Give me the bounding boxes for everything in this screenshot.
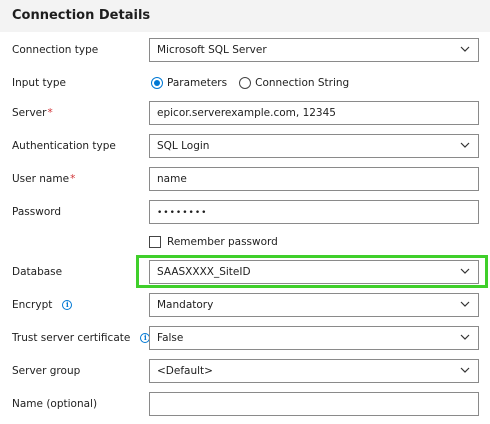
server-input-value: epicor.serverexample.com, 12345: [157, 107, 336, 119]
server-group-value: <Default>: [157, 365, 213, 377]
server-input[interactable]: epicor.serverexample.com, 12345: [149, 101, 479, 125]
chevron-down-icon: [460, 142, 470, 148]
user-name-input-value: name: [157, 173, 187, 185]
password-input[interactable]: ••••••••: [149, 200, 479, 224]
connection-type-label: Connection type: [12, 44, 99, 56]
remember-password-label[interactable]: Remember password: [167, 236, 278, 248]
required-marker: *: [70, 173, 76, 185]
user-name-input[interactable]: name: [149, 167, 479, 191]
remember-password-checkbox[interactable]: [149, 236, 161, 248]
chevron-down-icon: [460, 334, 470, 340]
connection-type-value: Microsoft SQL Server: [157, 44, 267, 56]
connection-type-select[interactable]: Microsoft SQL Server: [149, 38, 479, 62]
encrypt-select[interactable]: Mandatory: [149, 293, 479, 317]
input-type-label: Input type: [12, 77, 66, 89]
chevron-down-icon: [460, 301, 470, 307]
name-optional-label: Name (optional): [12, 398, 98, 410]
parameters-radio[interactable]: [151, 77, 163, 89]
server-group-select[interactable]: <Default>: [149, 359, 479, 383]
panel-title: Connection Details: [12, 8, 151, 23]
trust-server-certificate-label: Trust server certificate i: [12, 332, 151, 344]
remember-password-row: Remember password: [149, 236, 278, 248]
parameters-radio-label[interactable]: Parameters: [167, 77, 227, 89]
authentication-type-select[interactable]: SQL Login: [149, 134, 479, 158]
info-icon[interactable]: i: [62, 300, 73, 310]
encrypt-value: Mandatory: [157, 299, 214, 311]
authentication-type-label: Authentication type: [12, 140, 116, 152]
password-label: Password: [12, 206, 62, 218]
connection-details-dialog: Connection Details Connection type Micro…: [0, 0, 490, 424]
connection-string-radio[interactable]: [239, 77, 252, 89]
trust-server-certificate-value: False: [157, 332, 184, 344]
database-label: Database: [12, 266, 63, 278]
name-optional-input[interactable]: [149, 392, 479, 416]
input-type-radio-group: Parameters Connection String: [151, 76, 361, 90]
panel-header: Connection Details: [0, 0, 490, 32]
user-name-label: User name*: [12, 173, 76, 185]
database-highlight-box: [136, 255, 488, 288]
encrypt-label: Encrypt i: [12, 299, 73, 311]
authentication-type-value: SQL Login: [157, 140, 210, 152]
required-marker: *: [47, 107, 53, 119]
server-label: Server*: [12, 107, 53, 119]
password-input-value: ••••••••: [157, 208, 208, 218]
connection-string-radio-label[interactable]: Connection String: [255, 77, 349, 89]
server-group-label: Server group: [12, 365, 81, 377]
trust-server-certificate-select[interactable]: False: [149, 326, 479, 350]
chevron-down-icon: [460, 46, 470, 52]
chevron-down-icon: [460, 367, 470, 373]
